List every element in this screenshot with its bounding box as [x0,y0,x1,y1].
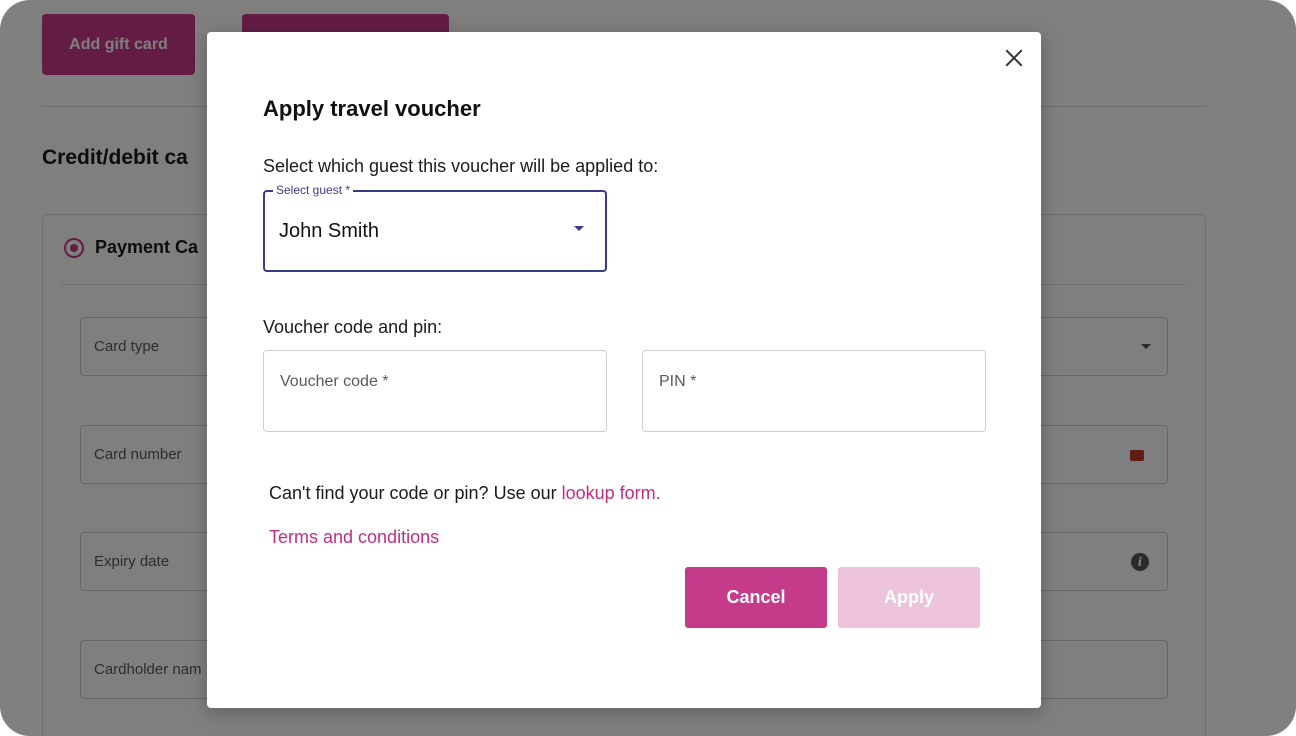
chevron-down-icon [574,226,584,231]
lookup-form-link[interactable]: lookup form. [562,483,661,503]
dialog-title: Apply travel voucher [263,96,481,121]
apply-button[interactable]: Apply [838,567,980,628]
pin-input[interactable]: PIN * [642,350,986,432]
pin-placeholder: PIN * [659,373,697,390]
select-guest-prompt: Select which guest this voucher will be … [263,156,659,176]
select-guest-value: John Smith [279,220,380,242]
cancel-button[interactable]: Cancel [685,567,827,628]
apply-button-label: Apply [883,587,934,607]
lookup-help-text: Can't find your code or pin? Use our loo… [269,483,661,504]
voucher-section-label: Voucher code and pin: [263,317,443,337]
terms-and-conditions-link[interactable]: Terms and conditions [269,527,439,548]
lookup-help-label: Can't find your code or pin? Use our [269,483,562,503]
close-icon[interactable] [1002,46,1026,70]
voucher-code-input[interactable]: Voucher code * [263,350,607,432]
cancel-button-label: Cancel [726,587,786,607]
apply-voucher-dialog: Apply travel voucher Select which guest … [207,32,1041,708]
select-guest-dropdown[interactable]: Select guest * John Smith [263,183,607,272]
voucher-code-placeholder: Voucher code * [280,373,389,390]
select-guest-label: Select guest * [273,183,354,197]
